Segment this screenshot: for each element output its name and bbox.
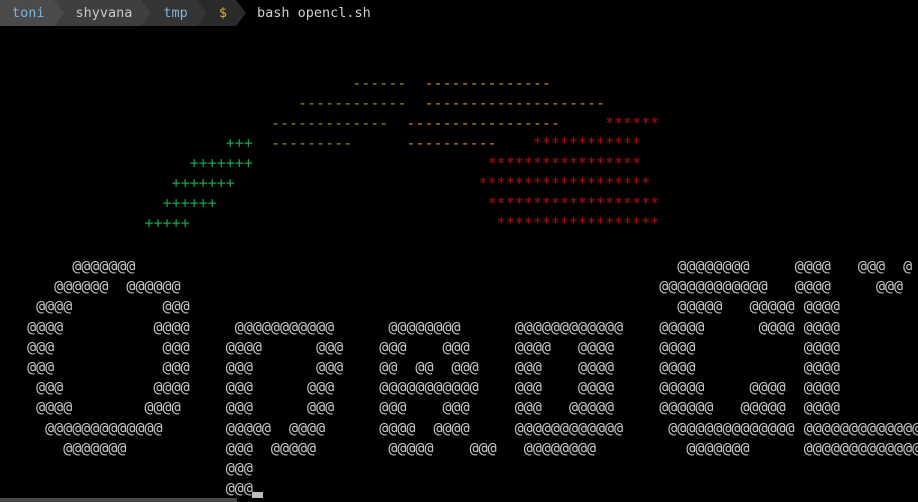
- banner-segment: -----------------: [406, 114, 560, 132]
- prompt-segment-directory: tmp: [151, 0, 197, 26]
- prompt-host-label: shyvana: [75, 5, 133, 21]
- banner-segment: ******: [605, 114, 660, 132]
- terminal-window: toni shyvana tmp $ bash opencl.sh ------…: [0, 0, 918, 502]
- banner-segment: *****************: [487, 154, 642, 172]
- horizontal-scrollbar-track[interactable]: [0, 498, 918, 502]
- prompt-segment-sign: $: [206, 0, 236, 26]
- banner-segment: +++++++: [171, 174, 235, 192]
- prompt-separator-4-icon: [235, 0, 246, 26]
- prompt-separator-1-icon: [53, 0, 64, 26]
- banner-top-art: ------ -------------- ------------ -----…: [0, 73, 660, 233]
- prompt-user-label: toni: [12, 5, 45, 21]
- banner-segment: *******************: [487, 194, 660, 212]
- prompt-separator-3-icon: [196, 0, 207, 26]
- prompt-sign-label: $: [218, 5, 227, 21]
- prompt-segment-user: toni: [0, 0, 54, 26]
- banner-segment: ******************: [496, 214, 660, 232]
- banner-segment: --------------------: [424, 94, 606, 112]
- banner-segment: ------------: [298, 94, 407, 112]
- command-line-text[interactable]: bash opencl.sh: [246, 0, 371, 26]
- banner-main-art: @@@@@@@ @@@@@@@@ @@@@ @@@ @ @@@@@@ @@@@@…: [27, 257, 918, 498]
- shell-prompt-bar: toni shyvana tmp $ bash opencl.sh: [0, 0, 918, 26]
- prompt-directory-label: tmp: [163, 5, 188, 21]
- banner-segment: ------: [352, 74, 407, 92]
- banner-segment: +++++++: [189, 154, 253, 172]
- prompt-segment-host: shyvana: [63, 0, 142, 26]
- banner-segment: +++: [225, 134, 253, 152]
- banner-segment: ************: [532, 134, 642, 152]
- banner-segment: *******************: [478, 174, 651, 192]
- banner-segment: --------------: [424, 74, 551, 92]
- banner-segment: +++++: [144, 214, 190, 232]
- banner-segment: ----------: [406, 134, 497, 152]
- banner-segment: -------------: [270, 114, 389, 132]
- prompt-separator-2-icon: [141, 0, 152, 26]
- banner-segment: ++++++: [162, 194, 217, 212]
- horizontal-scrollbar-thumb[interactable]: [0, 498, 237, 502]
- banner-segment: ---------: [270, 134, 353, 152]
